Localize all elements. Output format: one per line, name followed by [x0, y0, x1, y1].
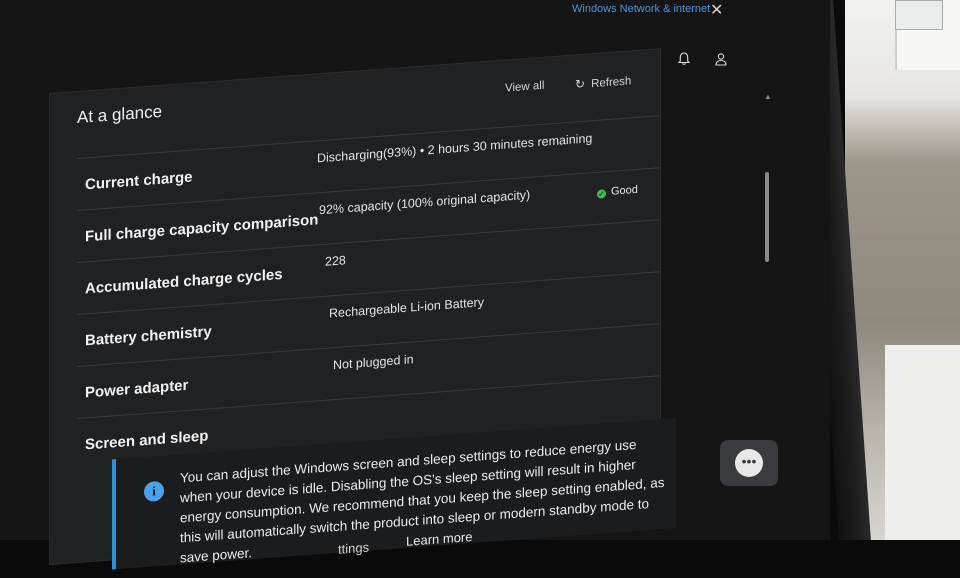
info-text: You can adjust the Windows screen and sl…: [180, 436, 665, 566]
view-all-button[interactable]: View all: [505, 80, 544, 95]
app-window: Windows Network & internet ✕ At a glance…: [0, 0, 830, 570]
refresh-button[interactable]: ↻ Refresh: [575, 73, 631, 91]
scrollbar[interactable]: ▲: [764, 92, 772, 472]
assistant-chat-button[interactable]: •••: [720, 440, 778, 486]
row-label: Power adapter: [85, 376, 189, 402]
at-a-glance-panel: At a glance View all ↻ Refresh Current ch…: [50, 49, 676, 570]
row-label: Current charge: [85, 168, 193, 194]
thermostat: [895, 0, 943, 30]
person-icon[interactable]: [714, 52, 728, 66]
info-icon: i: [144, 480, 164, 503]
row-label: Full charge capacity comparison: [85, 211, 319, 246]
row-label: Battery chemistry: [85, 323, 212, 350]
refresh-icon: ↻: [575, 76, 586, 92]
status-badge: ✓ Good: [597, 183, 638, 199]
row-value: Discharging(93%) • 2 hours 30 minutes re…: [317, 131, 593, 166]
chat-bot-icon: •••: [735, 449, 763, 477]
refresh-label: Refresh: [591, 75, 632, 91]
desk-surface: [885, 345, 960, 540]
row-label: Accumulated charge cycles: [85, 265, 283, 298]
network-settings-link[interactable]: Windows Network & internet: [572, 3, 710, 15]
scroll-up-icon[interactable]: ▲: [764, 92, 772, 101]
row-label: Screen and sleep: [85, 427, 209, 454]
check-icon: ✓: [597, 189, 606, 199]
close-icon[interactable]: ✕: [710, 0, 723, 20]
row-value: 92% capacity (100% original capacity): [319, 187, 531, 218]
settings-link[interactable]: ttings: [338, 540, 369, 557]
panel-title: At a glance: [77, 101, 163, 128]
row-value: 228: [325, 253, 346, 269]
bell-icon[interactable]: [677, 52, 691, 66]
row-value: Not plugged in: [333, 352, 414, 373]
row-value: Rechargeable Li-ion Battery: [329, 295, 484, 321]
scrollbar-thumb[interactable]: [765, 172, 769, 262]
